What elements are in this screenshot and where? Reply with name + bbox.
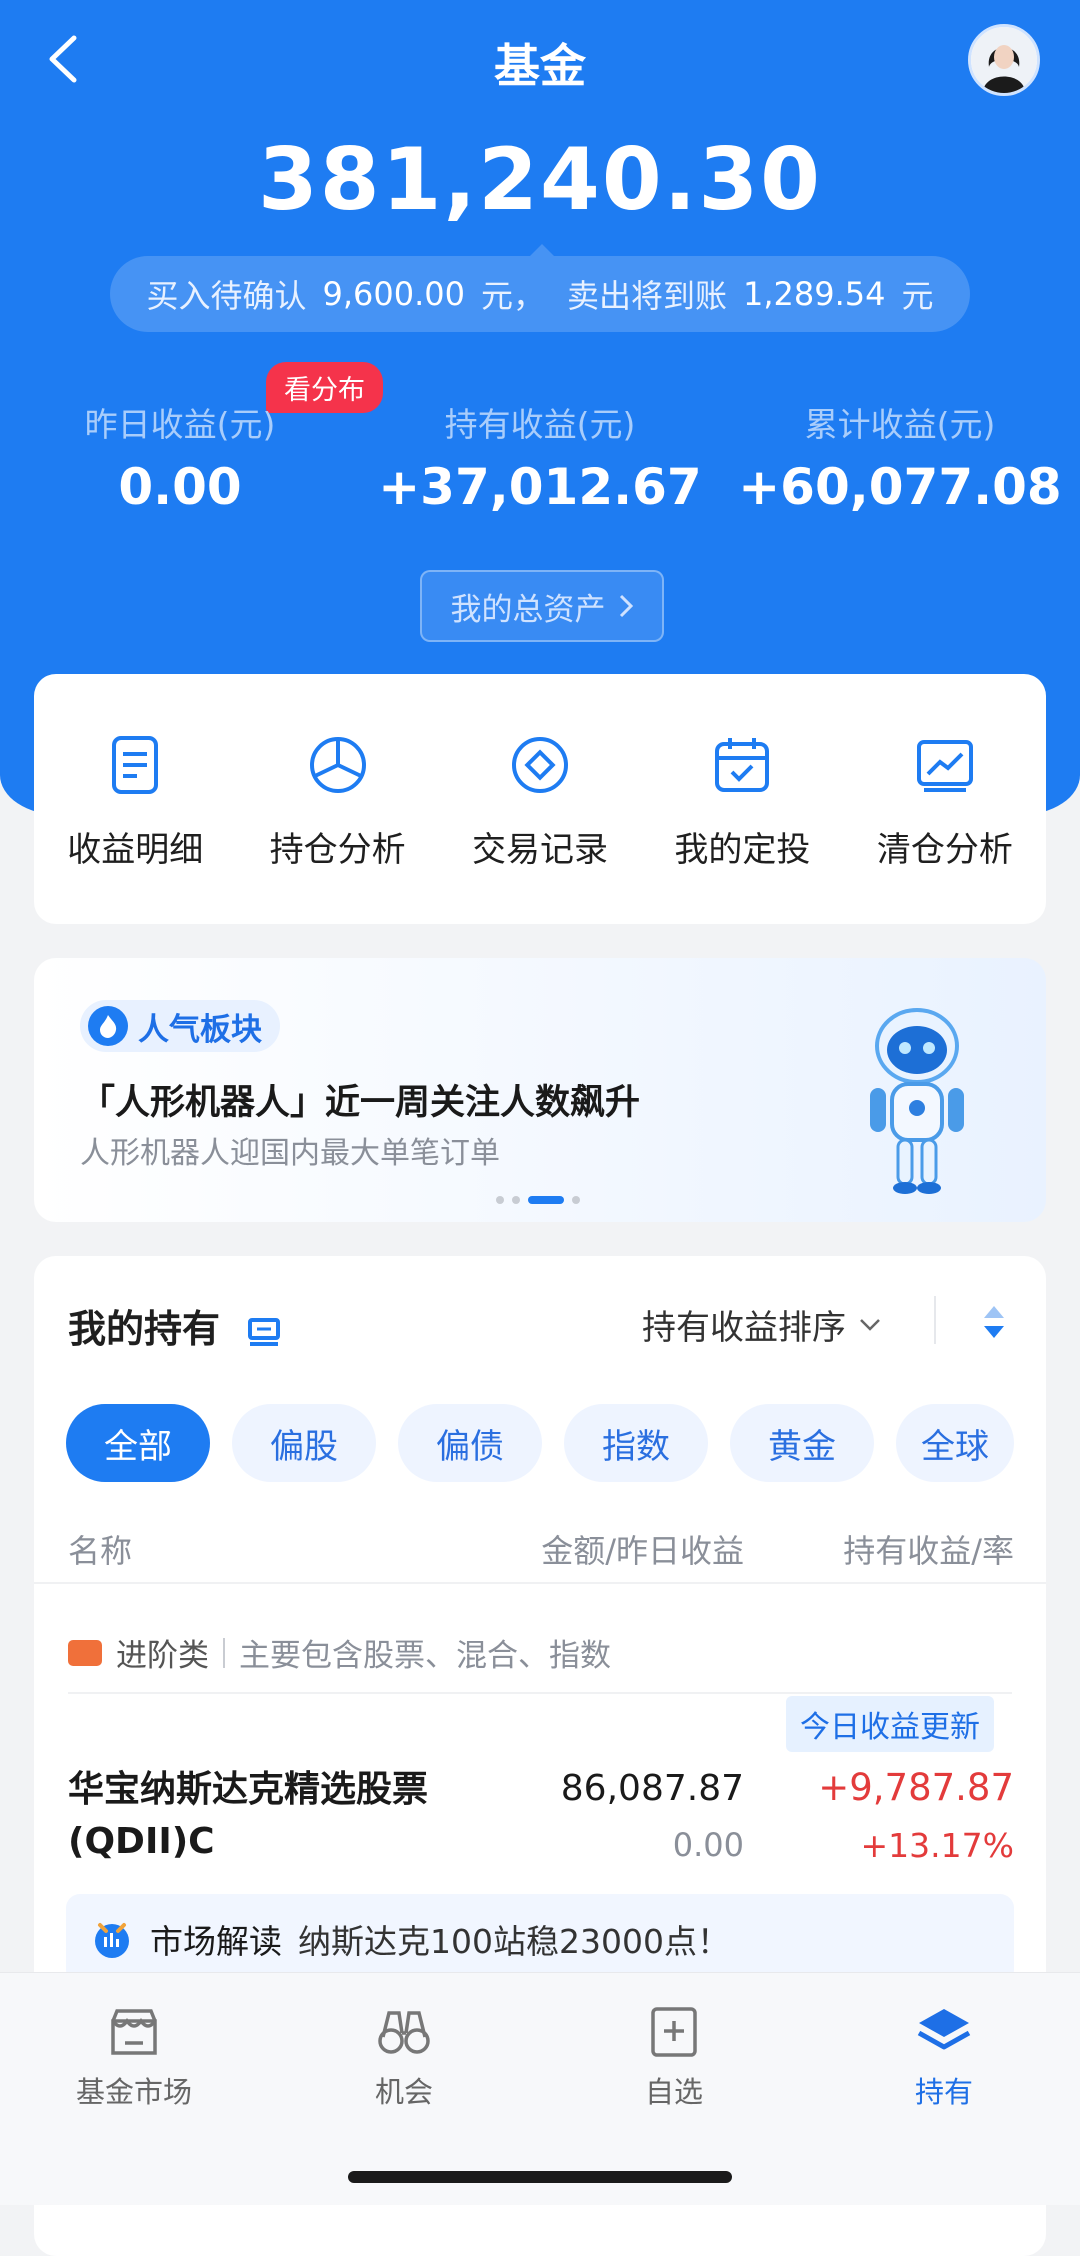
binoculars-icon (378, 2011, 430, 2054)
category-row: 进阶类 主要包含股票、混合、指数 (68, 1630, 611, 1675)
quick-action-label: 我的定投 (674, 830, 811, 870)
quick-action-clearance-analysis[interactable]: 清仓分析 (844, 674, 1046, 924)
tab-holdings[interactable]: 持有 (844, 2003, 1044, 2111)
fund-name: 华宝纳斯达克精选股票(QDII)C (68, 1769, 429, 1862)
chip-all[interactable]: 全部 (66, 1404, 210, 1482)
add-square-icon (651, 2007, 697, 2057)
pending-bar[interactable]: 买入待确认 9,600.00 元， 卖出将到账 1,289.54 元 (110, 256, 970, 332)
column-header-name: 名称 (68, 1532, 133, 1570)
column-header-profit: 持有收益/率 (843, 1532, 1014, 1570)
chip-bond[interactable]: 偏债 (398, 1404, 542, 1482)
fund-holding-profit: +9,787.87 (818, 1766, 1014, 1809)
tab-fund-market[interactable]: 基金市场 (34, 2003, 234, 2111)
tab-label: 自选 (644, 2075, 703, 2109)
sort-label: 持有收益排序 (642, 1308, 846, 1348)
store-icon (111, 2009, 157, 2055)
diamond-circle-icon (512, 737, 569, 793)
quick-action-income-detail[interactable]: 收益明细 (34, 674, 236, 924)
carousel-dot (512, 1196, 520, 1204)
pending-pointer (530, 244, 554, 256)
tab-label: 机会 (374, 2075, 433, 2109)
total-amount: 381,240.30 (257, 130, 823, 230)
quick-action-label: 清仓分析 (876, 830, 1013, 870)
calendar-check-icon (715, 738, 770, 792)
market-insight-text: 纳斯达克100站稳23000点！ (298, 1922, 730, 1961)
stat-label-cumulative: 累计收益(元) (804, 405, 996, 444)
total-assets-label: 我的总资产 (450, 591, 606, 628)
home-indicator[interactable] (348, 2171, 732, 2183)
column-header-amount: 金额/昨日收益 (541, 1532, 744, 1570)
quick-action-label: 持仓分析 (269, 830, 406, 870)
carousel-indicator[interactable] (496, 1196, 580, 1204)
pending-sell-unit: 元 (901, 277, 934, 315)
total-assets-button[interactable]: 我的总资产 (420, 570, 664, 642)
filter-chips: 全部 偏股 偏债 指数 黄金 全球 (66, 1404, 1014, 1482)
fund-yesterday-income: 0.00 (672, 1826, 744, 1864)
user-avatar-icon (971, 27, 1037, 93)
folder-icon (68, 1639, 102, 1666)
category-separator (223, 1637, 225, 1668)
pending-sell-value: 1,289.54 (743, 275, 886, 313)
bottom-tab-bar: 基金市场 机会 自选 持有 (0, 1972, 1080, 2205)
chip-index[interactable]: 指数 (564, 1404, 708, 1482)
document-icon (112, 736, 159, 794)
pie-chart-icon (309, 737, 366, 793)
banner-subtitle: 人形机器人迎国内最大单笔订单 (80, 1136, 500, 1171)
stat-value-yesterday[interactable]: 0.00 (10, 458, 350, 516)
chevron-right-icon (619, 594, 633, 618)
hot-sector-tag-label: 人气板块 (138, 1011, 262, 1048)
chip-gold[interactable]: 黄金 (730, 1404, 874, 1482)
category-desc: 主要包含股票、混合、指数 (239, 1638, 611, 1674)
avatar[interactable] (968, 24, 1040, 96)
quick-action-position-analysis[interactable]: 持仓分析 (236, 674, 438, 924)
robot-illustration (842, 1000, 992, 1200)
fund-amount: 86,087.87 (560, 1768, 744, 1809)
hot-sector-banner[interactable]: 人气板块 「人形机器人」近一周关注人数飙升 人形机器人迎国内最大单笔订单 (34, 958, 1046, 1222)
tab-opportunities[interactable]: 机会 (304, 2003, 504, 2111)
header-divider (34, 1582, 1046, 1584)
line-chart-icon (916, 740, 973, 792)
market-insight-label: 市场解读 (150, 1922, 282, 1961)
pending-sell-label: 卖出将到账 (567, 277, 728, 315)
sort-arrows-icon (984, 1306, 1004, 1338)
category-divider (68, 1692, 1012, 1694)
pending-buy-unit: 元， (480, 277, 545, 315)
banner-title: 「人形机器人」近一周关注人数飙升 (80, 1083, 641, 1123)
chevron-down-icon (860, 1318, 880, 1331)
quick-actions: 收益明细 持仓分析 交易记录 我的定投 清仓分析 (34, 674, 1046, 924)
tab-watchlist[interactable]: 自选 (574, 2003, 774, 2111)
carousel-dot (572, 1196, 580, 1204)
page-title: 基金 (494, 39, 586, 93)
carousel-dot (496, 1196, 504, 1204)
quick-action-auto-invest[interactable]: 我的定投 (641, 674, 843, 924)
sort-order-button[interactable] (980, 1302, 1008, 1346)
flame-icon (88, 1006, 128, 1046)
pending-buy-label: 买入待确认 (146, 277, 307, 315)
tab-label: 持有 (914, 2075, 973, 2109)
stat-value-cumulative[interactable]: +60,077.08 (730, 458, 1070, 516)
layers-icon (917, 2009, 971, 2050)
stat-label-yesterday: 昨日收益(元) (84, 405, 276, 444)
quick-action-label: 交易记录 (472, 830, 609, 870)
market-insight[interactable]: 市场解读 纳斯达克100站稳23000点！ (66, 1894, 1014, 1984)
sort-divider (934, 1296, 936, 1344)
today-update-tag: 今日收益更新 (786, 1696, 994, 1752)
fund-profit-rate: +13.17% (860, 1826, 1014, 1865)
chip-global[interactable]: 全球 (896, 1404, 1014, 1482)
quick-action-label: 收益明细 (67, 830, 204, 870)
stat-label-holding: 持有收益(元) (444, 405, 636, 444)
tab-label: 基金市场 (75, 2075, 192, 2109)
sort-dropdown[interactable]: 持有收益排序 (642, 1300, 882, 1349)
quick-action-transactions[interactable]: 交易记录 (439, 674, 641, 924)
holdings-title: 我的持有 (68, 1298, 281, 1353)
holdings-title-text: 我的持有 (68, 1307, 221, 1351)
list-toggle-icon[interactable] (247, 1317, 281, 1347)
hot-sector-tag: 人气板块 (80, 1000, 280, 1052)
stat-value-holding[interactable]: +37,012.67 (370, 458, 710, 516)
chip-equity[interactable]: 偏股 (232, 1404, 376, 1482)
carousel-dot-active (528, 1196, 564, 1204)
market-insight-icon (95, 1923, 129, 1958)
category-name: 进阶类 (116, 1638, 209, 1674)
pending-buy-value: 9,600.00 (322, 275, 465, 313)
